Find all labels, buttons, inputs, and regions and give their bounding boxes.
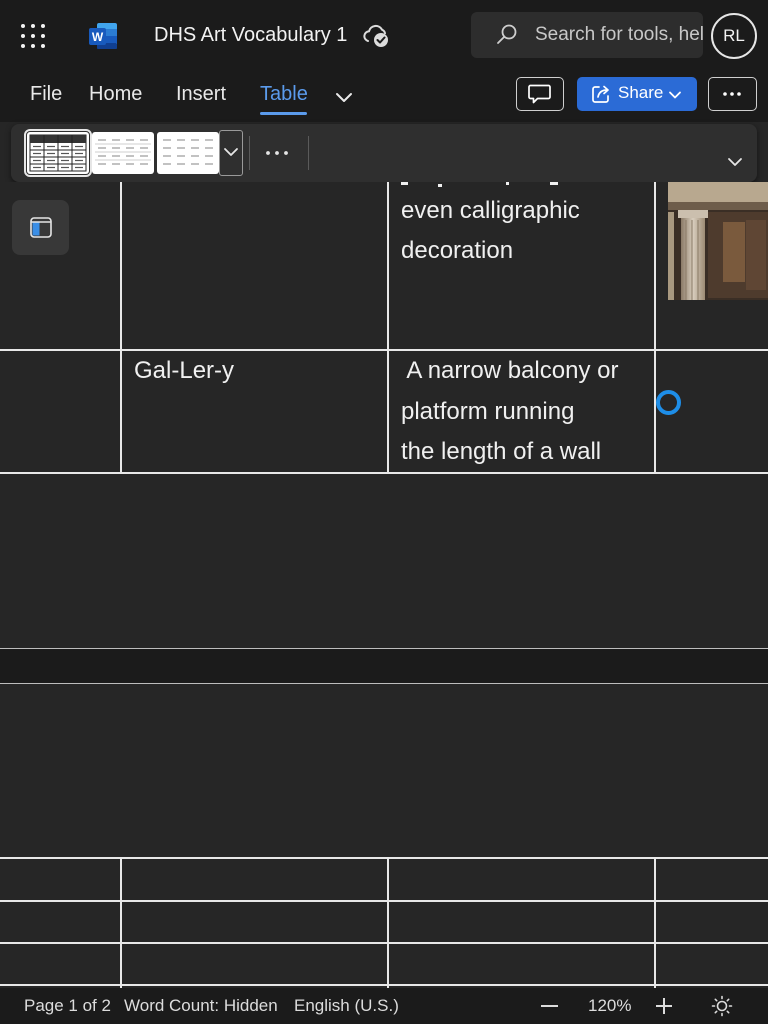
definition-line[interactable]: the length of a wall — [401, 432, 601, 473]
table-column-border — [120, 857, 122, 988]
share-label: Share — [618, 83, 664, 102]
more-options-button[interactable] — [708, 77, 757, 111]
table-row-border — [0, 857, 768, 859]
table-column-border — [387, 182, 389, 474]
document-title[interactable]: DHS Art Vocabulary 1 — [154, 24, 347, 47]
cloud-saved-icon[interactable] — [362, 22, 392, 50]
zoom-out-icon[interactable] — [541, 1005, 558, 1007]
brightness-icon[interactable] — [711, 995, 733, 1017]
table-column-border — [654, 857, 656, 988]
zoom-level[interactable]: 120% — [588, 996, 631, 1016]
table-styles-dropdown[interactable] — [219, 130, 243, 176]
status-bar: Page 1 of 2 Word Count: Hidden English (… — [0, 988, 768, 1024]
document-canvas[interactable]: even calligraphic decoration Gal-Ler-y A… — [0, 182, 768, 988]
table-style-plain-light[interactable] — [157, 132, 219, 174]
chevron-down-icon — [669, 91, 681, 99]
tab-table[interactable]: Table — [260, 83, 308, 106]
word-count[interactable]: Word Count: Hidden — [124, 996, 278, 1016]
comment-icon — [528, 84, 551, 104]
touch-cursor-indicator — [656, 390, 681, 415]
definition-line[interactable]: even calligraphic — [401, 191, 580, 232]
table-style-grid-light[interactable] — [92, 132, 154, 174]
word-logo-icon: W — [88, 22, 118, 50]
definition-line[interactable]: decoration — [401, 231, 513, 272]
tab-home[interactable]: Home — [89, 83, 142, 106]
toolbar-divider — [308, 136, 309, 170]
page-indicator[interactable]: Page 1 of 2 — [24, 996, 111, 1016]
table-style-grid-dark-header[interactable] — [24, 129, 92, 177]
search-input[interactable] — [535, 20, 703, 50]
comments-button[interactable] — [516, 77, 564, 111]
table-design-toolbar — [11, 124, 757, 182]
page-top-edge — [0, 683, 768, 684]
chevron-down-icon[interactable] — [725, 152, 745, 172]
search-icon — [495, 23, 519, 47]
table-row-border — [0, 472, 768, 474]
toolbar-divider — [249, 136, 250, 170]
tab-insert[interactable]: Insert — [176, 83, 226, 106]
svg-text:W: W — [92, 30, 104, 44]
app-launcher-icon[interactable] — [21, 24, 45, 48]
table-row-border — [0, 942, 768, 944]
table-column-border — [654, 182, 656, 474]
definition-line[interactable]: platform running — [401, 392, 574, 433]
search-box[interactable] — [471, 12, 703, 58]
side-panel-icon — [30, 217, 52, 238]
chevron-down-icon — [224, 148, 238, 156]
share-icon — [592, 85, 609, 103]
more-icon — [723, 92, 741, 96]
table-row-border — [0, 984, 768, 986]
share-button[interactable]: Share — [577, 77, 697, 111]
side-panel-button[interactable] — [12, 200, 69, 255]
ribbon-tabs: File Home Insert Table Share — [0, 72, 768, 122]
language-indicator[interactable]: English (U.S.) — [294, 996, 399, 1016]
zoom-in-icon[interactable] — [655, 997, 673, 1015]
architecture-photo[interactable] — [668, 182, 768, 300]
more-icon[interactable] — [262, 141, 292, 165]
table-column-border — [387, 857, 389, 988]
table-row-border — [0, 349, 768, 351]
active-tab-indicator — [260, 112, 307, 115]
tab-file[interactable]: File — [30, 83, 62, 106]
chevron-down-icon[interactable] — [333, 86, 355, 108]
definition-line[interactable]: A narrow balcony or — [401, 351, 618, 392]
table-column-border — [120, 182, 122, 474]
app-bar: W DHS Art Vocabulary 1 RL — [0, 0, 768, 72]
avatar[interactable]: RL — [711, 13, 757, 59]
table-row-border — [0, 900, 768, 902]
page-break-gap — [0, 649, 768, 684]
term-cell[interactable]: Gal-Ler-y — [134, 351, 234, 392]
